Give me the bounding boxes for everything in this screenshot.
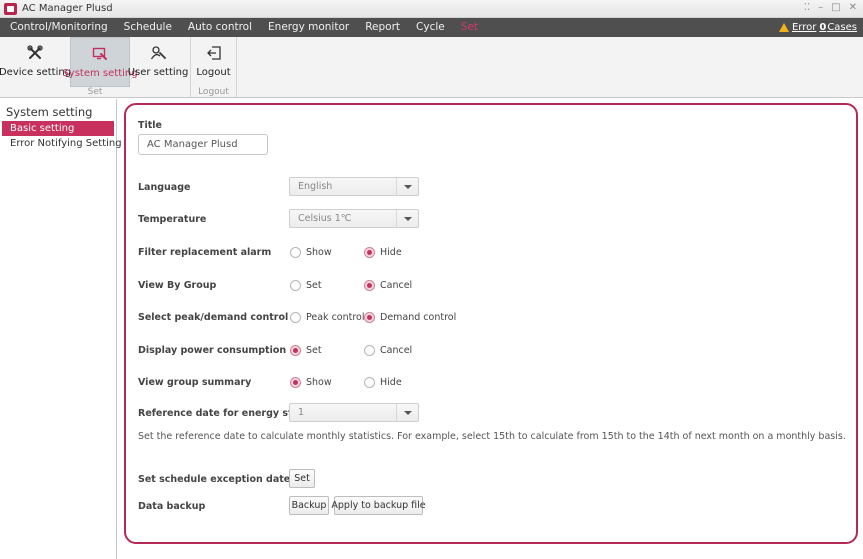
radio-checked-icon: [364, 312, 375, 323]
user-setting-label: User setting: [127, 67, 189, 78]
chevron-down-icon: [396, 404, 418, 421]
temperature-label: Temperature: [138, 214, 207, 225]
user-setting-button[interactable]: User setting: [127, 37, 189, 87]
reference-date-value: 1: [298, 407, 305, 418]
ribbon-toolbar: Device setting System setting User setti…: [0, 37, 863, 98]
group-summary-hide-radio[interactable]: Hide: [364, 377, 402, 388]
radio-label: Hide: [380, 247, 402, 258]
power-consumption-cancel-radio[interactable]: Cancel: [364, 345, 412, 356]
radio-checked-icon: [364, 280, 375, 291]
logout-icon: [206, 45, 222, 61]
ribbon-group-logout-label: Logout: [198, 87, 229, 97]
title-input[interactable]: [138, 134, 268, 155]
menu-control-monitoring[interactable]: Control/Monitoring: [0, 18, 116, 37]
close-icon[interactable]: ✕: [849, 2, 857, 13]
radio-label: Show: [306, 247, 332, 258]
app-logo-icon: [4, 2, 17, 15]
group-summary-show-radio[interactable]: Show: [290, 377, 332, 388]
logout-label: Logout: [196, 67, 231, 78]
window-title: AC Manager Plusd: [22, 3, 113, 14]
sidebar: System setting Basic setting Error Notif…: [0, 99, 122, 559]
title-bar: AC Manager Plusd ⁚⁚ – □ ✕: [0, 0, 863, 18]
minimize-icon[interactable]: –: [818, 2, 823, 13]
device-setting-button[interactable]: Device setting: [0, 37, 72, 87]
title-label: Title: [138, 120, 162, 131]
chevron-down-icon: [396, 178, 418, 195]
filter-alarm-hide-radio[interactable]: Hide: [364, 247, 402, 258]
group-summary-label: View group summary: [138, 377, 252, 388]
radio-label: Hide: [380, 377, 402, 388]
radio-icon: [290, 280, 301, 291]
radio-label: Show: [306, 377, 332, 388]
error-suffix: Cases: [827, 22, 857, 33]
filter-alarm-label: Filter replacement alarm: [138, 247, 272, 258]
radio-checked-icon: [290, 377, 301, 388]
radio-label: Set: [306, 345, 322, 356]
data-backup-label: Data backup: [138, 501, 206, 512]
sidebar-item-basic-setting[interactable]: Basic setting: [2, 121, 114, 136]
filter-alarm-show-radio[interactable]: Show: [290, 247, 332, 258]
reference-date-description: Set the reference date to calculate mont…: [138, 431, 846, 442]
maximize-icon[interactable]: □: [831, 2, 840, 13]
system-setting-icon: [92, 46, 108, 62]
basic-setting-panel: Title Language English Temperature Celsi…: [124, 103, 858, 544]
radio-checked-icon: [364, 247, 375, 258]
radio-label: Cancel: [380, 345, 413, 356]
backup-button[interactable]: Backup: [289, 496, 329, 515]
language-select[interactable]: English: [289, 177, 419, 196]
menu-cycle[interactable]: Cycle: [408, 18, 453, 37]
view-by-group-label: View By Group: [138, 280, 217, 291]
radio-label: Set: [306, 280, 322, 291]
view-by-group-set-radio[interactable]: Set: [290, 280, 322, 291]
window-controls: ⁚⁚ – □ ✕: [804, 2, 857, 13]
view-by-group-cancel-radio[interactable]: Cancel: [364, 280, 412, 291]
schedule-exception-set-button[interactable]: Set: [289, 469, 315, 488]
restore-grid-icon[interactable]: ⁚⁚: [804, 2, 810, 13]
apply-backup-file-button[interactable]: Apply to backup file: [331, 496, 426, 515]
system-setting-label: System setting: [62, 68, 138, 79]
radio-label: Cancel: [380, 280, 413, 291]
language-label: Language: [138, 182, 191, 193]
user-setting-icon: [150, 45, 166, 61]
menu-report[interactable]: Report: [357, 18, 408, 37]
sidebar-title: System setting: [6, 105, 93, 119]
ribbon-group-logout: Logout Logout: [191, 37, 237, 98]
temperature-value: Celsius 1℃: [298, 213, 352, 224]
radio-icon: [364, 345, 375, 356]
language-value: English: [298, 181, 333, 192]
peak-demand-label: Select peak/demand control: [138, 312, 289, 323]
sidebar-item-error-notifying[interactable]: Error Notifying Setting: [0, 136, 122, 151]
tools-icon: [27, 45, 43, 61]
ribbon-group-set-label: Set: [87, 87, 103, 97]
schedule-exception-label: Set schedule exception date: [138, 474, 291, 485]
menu-set[interactable]: Set: [453, 18, 486, 37]
chevron-down-icon: [396, 210, 418, 227]
system-setting-button[interactable]: System setting: [62, 37, 138, 87]
power-consumption-set-radio[interactable]: Set: [290, 345, 322, 356]
error-cases-link[interactable]: Error 0 Cases: [778, 18, 857, 37]
temperature-select[interactable]: Celsius 1℃: [289, 209, 419, 228]
warning-icon: [778, 23, 789, 32]
error-prefix: Error: [791, 22, 817, 33]
error-count: 0: [819, 22, 827, 33]
menu-energy-monitor[interactable]: Energy monitor: [260, 18, 357, 37]
radio-checked-icon: [290, 345, 301, 356]
reference-date-select[interactable]: 1: [289, 403, 419, 422]
radio-icon: [290, 312, 301, 323]
radio-icon: [290, 247, 301, 258]
logout-button[interactable]: Logout: [191, 37, 236, 87]
power-consumption-label: Display power consumption: [138, 345, 287, 356]
ribbon-group-set: Device setting System setting User setti…: [0, 37, 191, 98]
radio-label: Demand control: [380, 312, 457, 323]
device-setting-label: Device setting: [0, 67, 72, 78]
menu-schedule[interactable]: Schedule: [116, 18, 180, 37]
peak-control-radio[interactable]: Peak control: [290, 312, 365, 323]
menu-auto-control[interactable]: Auto control: [180, 18, 260, 37]
demand-control-radio[interactable]: Demand control: [364, 312, 456, 323]
radio-label: Peak control: [306, 312, 365, 323]
main-menu: Control/Monitoring Schedule Auto control…: [0, 18, 863, 37]
radio-icon: [364, 377, 375, 388]
